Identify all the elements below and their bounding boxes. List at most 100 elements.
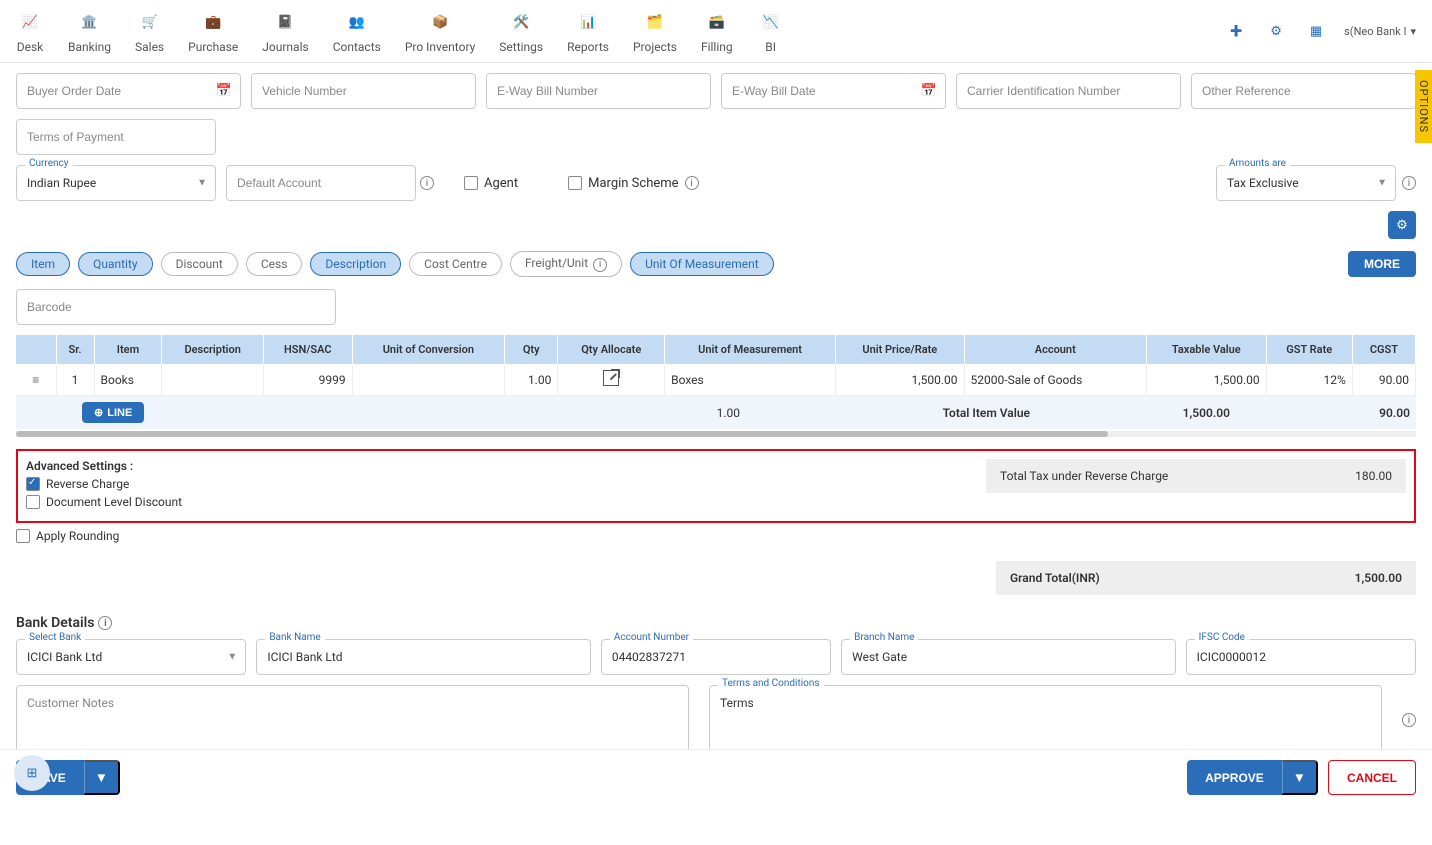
approve-dropdown[interactable]: ▼	[1282, 760, 1318, 795]
other-ref-input[interactable]	[1202, 84, 1405, 98]
doc-discount-checkbox[interactable]	[26, 495, 40, 509]
chip-uom[interactable]: Unit Of Measurement	[630, 252, 774, 276]
nav-contacts[interactable]: 👥Contacts	[333, 8, 381, 54]
table-row[interactable]: ≡ 1 Books 9999 1.00 Boxes 1,500.00 52000…	[16, 364, 1416, 396]
cell-uoc[interactable]	[352, 364, 505, 396]
plus-icon[interactable]: +	[1224, 19, 1248, 43]
default-account-field[interactable]	[226, 165, 416, 201]
margin-scheme-checkbox[interactable]	[568, 176, 582, 190]
cell-rate[interactable]: 1,500.00	[836, 364, 965, 396]
projects-icon: 🗂️	[641, 8, 669, 36]
chip-quantity[interactable]: Quantity	[78, 252, 152, 276]
terms-of-payment-input[interactable]	[27, 130, 205, 144]
eway-bill-date-input[interactable]	[732, 84, 935, 98]
nav-purchase[interactable]: 💼Purchase	[188, 8, 238, 54]
reports-icon: 📊	[574, 8, 602, 36]
other-ref-field[interactable]	[1191, 73, 1416, 109]
eway-bill-number-field[interactable]	[486, 73, 711, 109]
chip-discount[interactable]: Discount	[161, 252, 238, 276]
default-account-input[interactable]	[237, 176, 405, 190]
chevron-down-icon: ▾	[1410, 25, 1416, 38]
plus-icon: ⊕	[94, 406, 103, 419]
more-button[interactable]: MORE	[1348, 251, 1416, 277]
cell-uom[interactable]: Boxes	[665, 364, 836, 396]
nav-banking[interactable]: 🏛️Banking	[68, 8, 111, 54]
terms-of-payment-field[interactable]	[16, 119, 216, 155]
cell-desc[interactable]	[162, 364, 263, 396]
reverse-charge-checkbox[interactable]	[26, 477, 40, 491]
nav-projects[interactable]: 🗂️Projects	[633, 8, 677, 54]
nav-bi[interactable]: 📉BI	[757, 8, 785, 54]
apps-fab[interactable]: ⊞	[14, 755, 50, 791]
options-tab[interactable]: OPTIONS	[1415, 70, 1432, 143]
buyer-order-date-field[interactable]: 📅	[16, 73, 241, 109]
cell-qty[interactable]: 1.00	[505, 364, 558, 396]
info-icon[interactable]: i	[1402, 713, 1416, 727]
bank-name-field[interactable]: Bank Name ICICI Bank Ltd	[256, 639, 591, 675]
cell-hsn[interactable]: 9999	[263, 364, 352, 396]
barcode-field[interactable]	[16, 289, 336, 325]
carrier-id-input[interactable]	[967, 84, 1170, 98]
filling-icon: 🗃️	[703, 8, 731, 36]
nav-filling[interactable]: 🗃️Filling	[701, 8, 733, 54]
rc-total-value: 180.00	[1355, 469, 1392, 483]
chip-item[interactable]: Item	[16, 252, 70, 276]
bi-icon: 📉	[757, 8, 785, 36]
chip-cess[interactable]: Cess	[246, 252, 303, 276]
open-icon[interactable]	[603, 370, 619, 386]
chip-description[interactable]: Description	[310, 252, 401, 276]
chip-cost-centre[interactable]: Cost Centre	[409, 252, 502, 276]
buyer-order-date-input[interactable]	[27, 84, 230, 98]
cell-item[interactable]: Books	[94, 364, 162, 396]
eway-bill-date-field[interactable]: 📅	[721, 73, 946, 109]
nav-inventory[interactable]: 📦Pro Inventory	[405, 8, 475, 54]
cell-account[interactable]: 52000-Sale of Goods	[964, 364, 1146, 396]
info-icon[interactable]: i	[1402, 176, 1416, 190]
eway-bill-number-input[interactable]	[497, 84, 700, 98]
customer-notes-textarea[interactable]: Customer Notes	[16, 685, 689, 755]
nav-settings[interactable]: 🛠️Settings	[499, 8, 543, 54]
col-drag	[16, 335, 56, 364]
info-icon[interactable]: i	[685, 176, 699, 190]
scroll-thumb[interactable]	[16, 431, 1108, 437]
nav-desk[interactable]: 📈Desk	[16, 8, 44, 54]
chip-freight[interactable]: Freight/Unit i	[510, 251, 622, 277]
carrier-id-field[interactable]	[956, 73, 1181, 109]
nav-reports[interactable]: 📊Reports	[567, 8, 609, 54]
vehicle-number-input[interactable]	[262, 84, 465, 98]
vehicle-number-field[interactable]	[251, 73, 476, 109]
ifsc-field[interactable]: IFSC Code ICIC0000012	[1186, 639, 1416, 675]
add-line-button[interactable]: ⊕LINE	[82, 402, 144, 423]
footer-cgst: 90.00	[1230, 406, 1410, 420]
cancel-button[interactable]: CANCEL	[1328, 760, 1416, 795]
drag-handle-icon[interactable]: ≡	[32, 373, 39, 387]
gear-icon[interactable]: ⚙	[1264, 19, 1288, 43]
cell-gst[interactable]: 12%	[1266, 364, 1352, 396]
col-uoc: Unit of Conversion	[352, 335, 505, 364]
info-icon[interactable]: i	[98, 616, 112, 630]
table-settings-button[interactable]: ⚙	[1388, 211, 1416, 239]
margin-scheme-wrap: Margin Scheme i	[568, 176, 698, 191]
nav-sales[interactable]: 🛒Sales	[135, 8, 164, 54]
nav-journals[interactable]: 📓Journals	[262, 8, 308, 54]
terms-conditions-textarea[interactable]: Terms and Conditions Terms	[709, 685, 1382, 755]
info-icon[interactable]: i	[420, 176, 434, 190]
approve-button[interactable]: APPROVE	[1187, 760, 1282, 795]
apps-icon[interactable]: ▦	[1304, 19, 1328, 43]
branch-name-field[interactable]: Branch Name West Gate	[841, 639, 1176, 675]
amounts-select[interactable]: Amounts are Tax Exclusive ▼	[1216, 165, 1396, 201]
currency-select[interactable]: Currency Indian Rupee ▼	[16, 165, 216, 201]
save-dropdown[interactable]: ▼	[84, 760, 120, 795]
horizontal-scrollbar[interactable]	[16, 431, 1416, 437]
agent-checkbox[interactable]	[464, 176, 478, 190]
barcode-input[interactable]	[27, 300, 325, 314]
user-menu[interactable]: s(Neo Bank I▾	[1344, 25, 1416, 38]
apply-rounding-checkbox[interactable]	[16, 529, 30, 543]
col-account: Account	[964, 335, 1146, 364]
col-cgst: CGST	[1352, 335, 1415, 364]
account-number-field[interactable]: Account Number 04402837271	[601, 639, 831, 675]
cell-qty-alloc[interactable]	[558, 364, 665, 396]
select-bank-field[interactable]: Select Bank ICICI Bank Ltd ▼	[16, 639, 246, 675]
col-qty: Qty	[505, 335, 558, 364]
table-footer: ⊕LINE 1.00 Total Item Value 1,500.00 90.…	[16, 396, 1416, 429]
